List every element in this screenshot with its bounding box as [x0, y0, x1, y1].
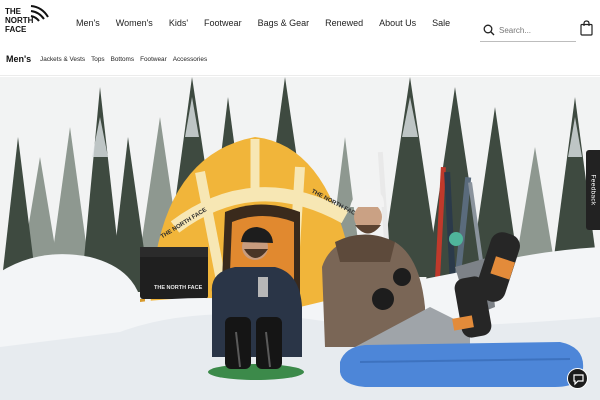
- feedback-label: Feedback: [589, 174, 597, 206]
- logo-text-line2: NORTH: [5, 16, 34, 25]
- subnav-item-bottoms[interactable]: Bottoms: [111, 56, 134, 63]
- subnav-item-accessories[interactable]: Accessories: [173, 56, 207, 63]
- subnav-item-tops[interactable]: Tops: [91, 56, 105, 63]
- chat-icon: [573, 374, 584, 386]
- logo-text-line1: THE: [5, 7, 22, 16]
- top-navigation: THE NORTH FACE Men's Women's Kids' Footw…: [0, 0, 600, 46]
- nav-item-footwear[interactable]: Footwear: [204, 18, 242, 28]
- nav-item-bags-gear[interactable]: Bags & Gear: [258, 18, 310, 28]
- subnav-item-jackets-vests[interactable]: Jackets & Vests: [40, 56, 85, 63]
- green-sled: [208, 364, 304, 380]
- blue-sleeping-pad: [340, 342, 584, 387]
- nav-item-mens[interactable]: Men's: [76, 18, 100, 28]
- search-input[interactable]: [499, 22, 575, 38]
- subnav-title: Men's: [6, 54, 32, 64]
- search-box: [480, 20, 576, 42]
- cooler-print: THE NORTH FACE: [154, 285, 203, 291]
- shopping-bag-icon[interactable]: [580, 20, 593, 36]
- search-icon[interactable]: [483, 24, 495, 36]
- nav-item-about-us[interactable]: About Us: [379, 18, 416, 28]
- sub-navigation: Men's Jackets & Vests Tops Bottoms Footw…: [0, 46, 600, 76]
- brand-logo[interactable]: THE NORTH FACE: [4, 5, 50, 35]
- nav-item-sale[interactable]: Sale: [432, 18, 450, 28]
- nav-item-renewed[interactable]: Renewed: [325, 18, 363, 28]
- logo-text-line3: FACE: [5, 25, 27, 34]
- feedback-tab[interactable]: Feedback: [586, 150, 600, 230]
- hero-image: THE NORTH FACE THE NORTH FACE THE NORTH …: [0, 77, 600, 400]
- subnav-item-footwear[interactable]: Footwear: [140, 56, 167, 63]
- nav-item-kids[interactable]: Kids': [169, 18, 188, 28]
- subnav-links: Jackets & Vests Tops Bottoms Footwear Ac…: [40, 56, 213, 63]
- hero-banner[interactable]: THE NORTH FACE THE NORTH FACE THE NORTH …: [0, 77, 600, 400]
- nav-item-womens[interactable]: Women's: [116, 18, 153, 28]
- main-nav: Men's Women's Kids' Footwear Bags & Gear…: [76, 0, 466, 46]
- chat-button[interactable]: [567, 368, 588, 389]
